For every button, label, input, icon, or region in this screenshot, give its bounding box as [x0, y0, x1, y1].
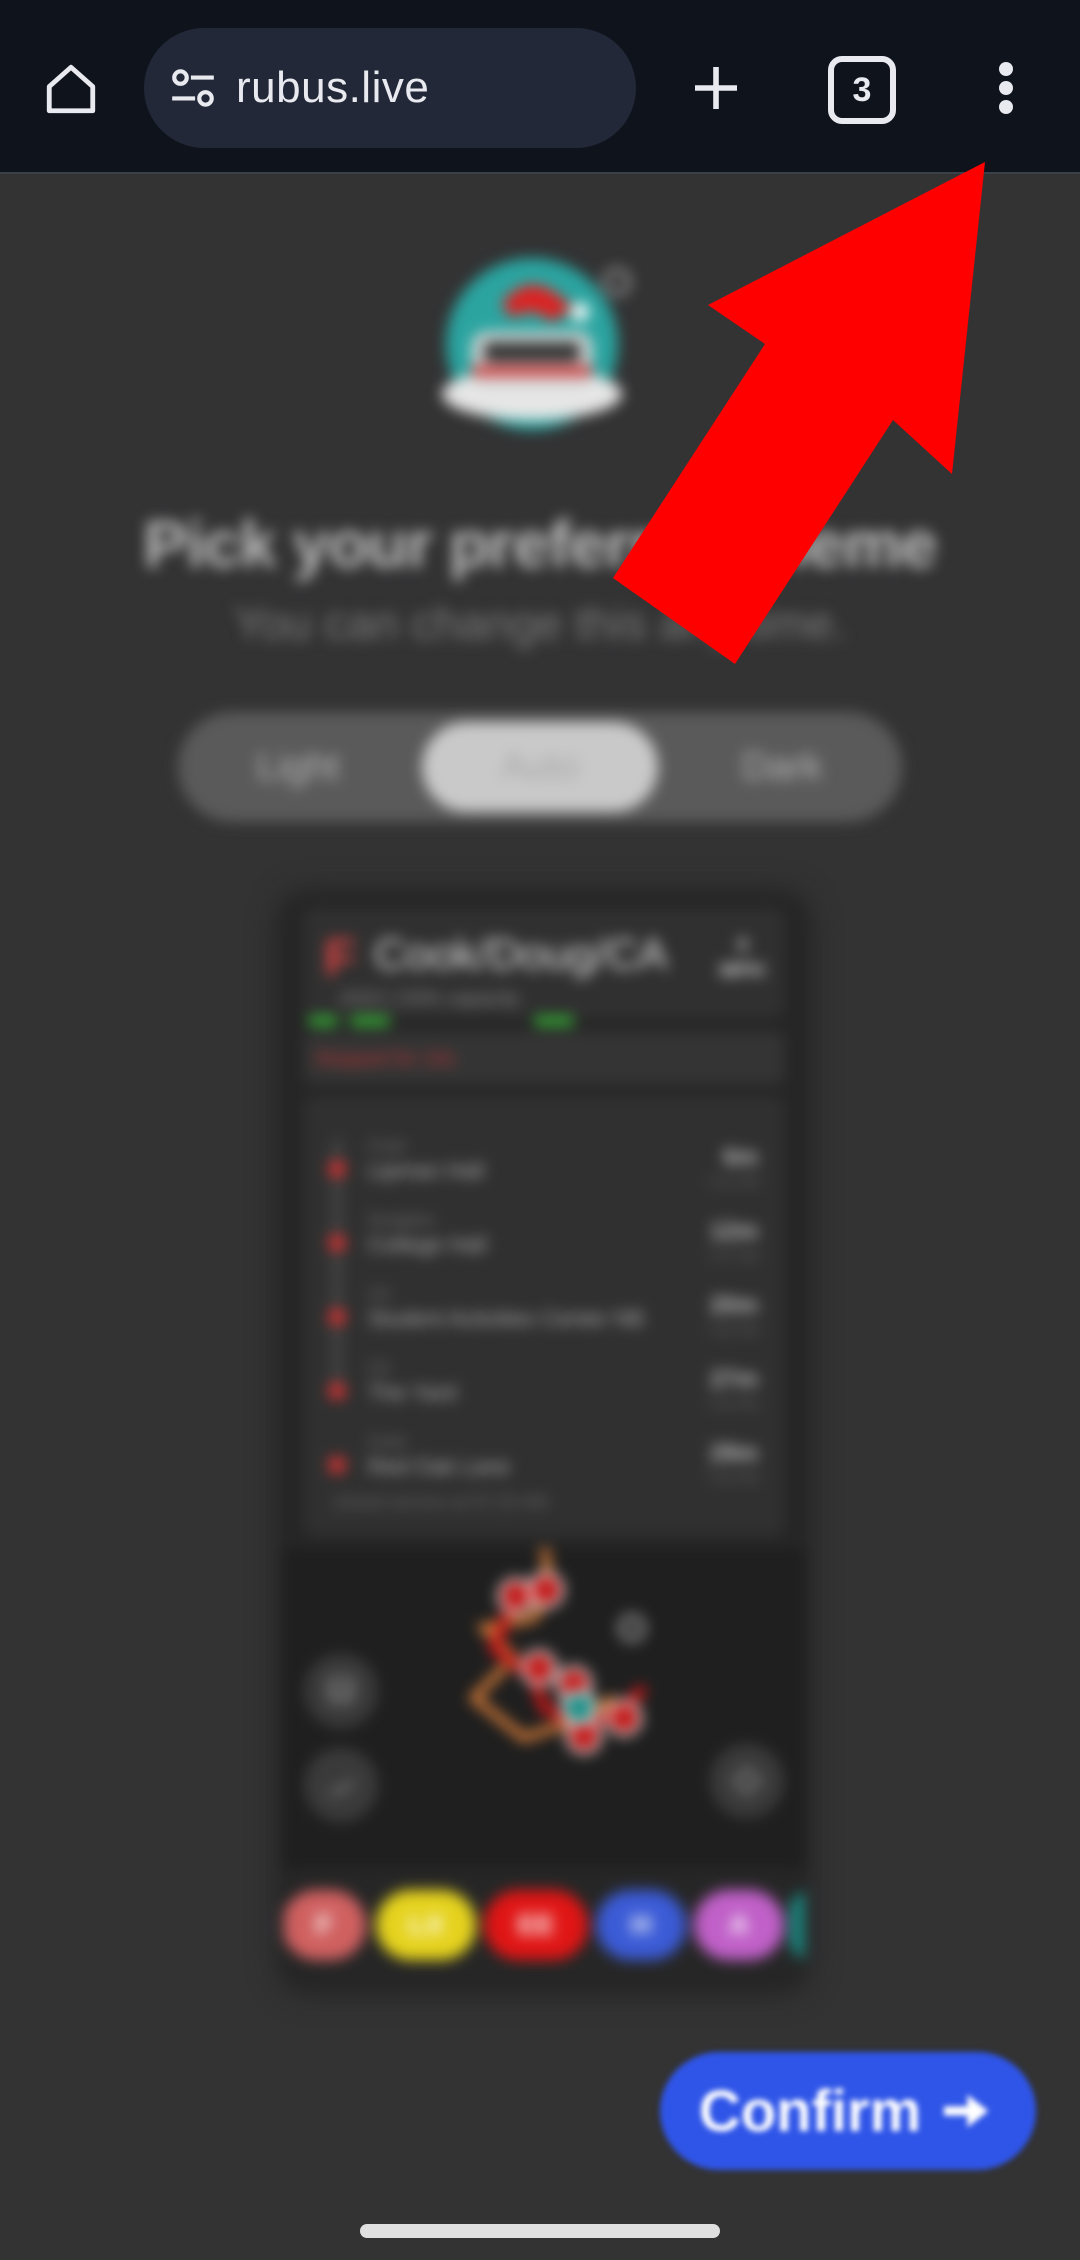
more-vert-icon[interactable] [976, 52, 1036, 124]
menu-dot [999, 62, 1013, 76]
route-map[interactable] [284, 1547, 804, 1868]
plus-icon [695, 67, 737, 109]
stop-eta: 6m [723, 1144, 758, 1171]
stop-eta: 20m [709, 1292, 758, 1319]
theme-option-dark[interactable]: Dark [662, 712, 902, 822]
stop-row[interactable]: Douglass College Hall 12m 7:37 PM [328, 1210, 758, 1270]
page-content: Pick your preferred theme You can change… [0, 176, 1080, 2260]
stats-glyph [328, 1778, 354, 1798]
menu-dot [999, 100, 1013, 114]
bus-glyph [328, 1676, 354, 1705]
stop-eta: 27m [709, 1366, 758, 1393]
stop-eta: 12m [709, 1218, 758, 1245]
stop-line: Cook [368, 1138, 406, 1155]
stop-row[interactable]: CA Student Activities Center NB 20m 7:45… [328, 1284, 758, 1344]
stats-icon[interactable] [304, 1748, 378, 1822]
capacity-bar [534, 1016, 574, 1026]
bus-card: F Cook/Doug/CA #322 | 53% capacity 4 MPH [304, 908, 784, 1018]
tab-count: 3 [852, 70, 872, 109]
stop-line: CA [368, 1360, 391, 1377]
route-chip-ee[interactable]: EE [484, 1890, 588, 1960]
stop-pin-icon [328, 1308, 346, 1326]
speed-unit: MPH [719, 960, 765, 982]
stop-pin-icon [328, 1234, 346, 1252]
stop-name: Student Activities Center NB [368, 1306, 645, 1331]
diamond-glyph [732, 1766, 762, 1796]
bus-speed: 4 MPH [712, 932, 772, 984]
stop-name: Lipman Hall [368, 1158, 485, 1183]
theme-preview: F Cook/Doug/CA #322 | 53% capacity 4 MPH… [284, 898, 804, 1986]
route-chip-partial[interactable] [790, 1890, 804, 1960]
route-chip-a[interactable]: A [694, 1890, 784, 1960]
gesture-bar[interactable] [360, 2224, 720, 2238]
route-chip-f[interactable]: F [284, 1890, 366, 1960]
capacity-bar [308, 1016, 338, 1026]
stop-eta-time: 7:45 PM [705, 1322, 758, 1338]
bus-marker [606, 1700, 642, 1736]
new-tab-button[interactable] [680, 52, 752, 124]
address-bar[interactable]: rubus.live [144, 28, 636, 148]
stop-row[interactable]: Cook Red Oak Lane 29m 7:54 PM [328, 1432, 758, 1492]
stop-pin-icon [328, 1382, 346, 1400]
stop-name: The Yard [368, 1380, 457, 1405]
stop-line: CA [368, 1286, 391, 1303]
stop-row[interactable]: CA The Yard 27m 7:52 PM [328, 1358, 758, 1418]
page-title: Pick your preferred theme [143, 507, 938, 581]
bus-marker [561, 1690, 597, 1726]
theme-toggle: Light Auto Dark [178, 712, 902, 822]
route-chip-lx[interactable]: LX [376, 1890, 476, 1960]
bus-marker [521, 1650, 557, 1686]
stop-eta-time: 7:54 PM [705, 1470, 758, 1486]
stop-name: Red Oak Lane [368, 1454, 510, 1479]
confirm-label: Confirm [698, 2078, 922, 2144]
bus-status: Stopped for 10s [314, 1048, 456, 1070]
bus-marker [498, 1578, 534, 1614]
stop-line: Douglass [368, 1212, 435, 1229]
stop-marker [618, 1614, 646, 1642]
home-icon [46, 64, 96, 114]
app-logo [442, 258, 631, 430]
blurred-layer: Pick your preferred theme You can change… [0, 176, 1080, 2260]
stop-eta-time: 7:52 PM [705, 1396, 758, 1412]
tab-switcher-button[interactable]: 3 [828, 56, 896, 124]
tune-icon[interactable] [168, 63, 218, 113]
stop-line: Cook [368, 1434, 406, 1451]
stop-eta: 29m [709, 1440, 758, 1467]
browser-toolbar: rubus.live 3 [0, 0, 1080, 174]
bus-icon[interactable] [304, 1654, 378, 1728]
route-letter: F [324, 929, 356, 987]
bus-capacity: #322 | 53% capacity [340, 988, 520, 1010]
theme-option-auto[interactable]: Auto [422, 722, 658, 812]
bus-marker [528, 1572, 564, 1608]
stop-row[interactable]: Cook Lipman Hall 6m 7:31 PM [328, 1136, 758, 1196]
route-chips: F LX EE H A [284, 1876, 804, 1966]
page-subtitle: You can change this any time. [233, 597, 847, 649]
recenter-icon[interactable] [710, 1744, 784, 1818]
stop-eta-time: 7:37 PM [705, 1248, 758, 1264]
url-text: rubus.live [236, 63, 430, 112]
home-button[interactable] [36, 54, 106, 124]
route-name: Cook/Doug/CA [374, 930, 668, 979]
stop-pin-icon [328, 1456, 346, 1474]
stop-pin-icon [328, 1160, 346, 1178]
speed-value: 4 [736, 934, 748, 956]
stop-name: College Hall [368, 1232, 487, 1257]
arrow-right-icon [944, 2094, 989, 2128]
capacity-bar [350, 1016, 390, 1026]
theme-option-light[interactable]: Light [178, 712, 418, 822]
route-chip-h[interactable]: H [596, 1890, 686, 1960]
service-note: Joined service at 07:25 AM [332, 1492, 549, 1512]
menu-dot [999, 81, 1013, 95]
stop-eta-time: 7:31 PM [705, 1174, 758, 1190]
confirm-button[interactable]: Confirm [660, 2052, 1036, 2170]
